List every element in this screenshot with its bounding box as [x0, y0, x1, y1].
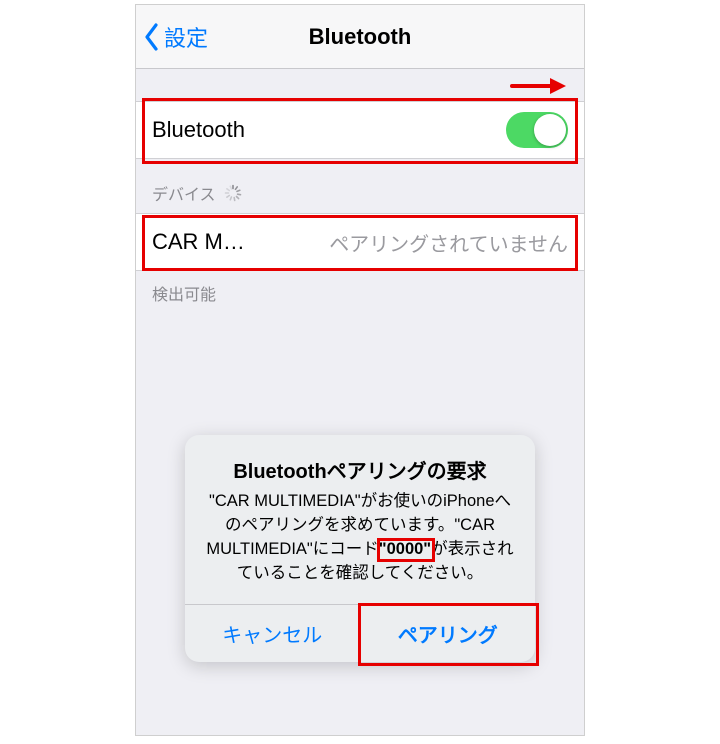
pair-button[interactable]: ペアリング: [360, 605, 536, 662]
device-name: CAR M…: [152, 229, 245, 255]
alert-buttons: キャンセル ペアリング: [185, 604, 535, 662]
alert-body: Bluetoothペアリングの要求 "CAR MULTIMEDIA"がお使いのi…: [185, 435, 535, 604]
pairing-alert: Bluetoothペアリングの要求 "CAR MULTIMEDIA"がお使いのi…: [185, 435, 535, 662]
chevron-left-icon: [144, 23, 160, 51]
back-button[interactable]: 設定: [136, 21, 208, 53]
phone-frame: 設定 Bluetooth Bluetooth デバイス: [135, 4, 585, 736]
annotation-arrow-row: [136, 69, 584, 101]
toggle-knob: [534, 114, 566, 146]
back-label: 設定: [164, 21, 208, 53]
spinner-icon: [224, 184, 242, 202]
bluetooth-toggle[interactable]: [506, 112, 568, 148]
arrow-right-icon: [510, 75, 566, 97]
alert-message: "CAR MULTIMEDIA"がお使いのiPhoneへのペアリングを求めていま…: [203, 490, 517, 586]
navbar: 設定 Bluetooth: [136, 5, 584, 69]
devices-section-header: デバイス: [136, 159, 584, 213]
cancel-button[interactable]: キャンセル: [185, 605, 360, 662]
alert-title: Bluetoothペアリングの要求: [203, 455, 517, 484]
device-status: ペアリングされていません: [329, 228, 568, 257]
devices-header-label: デバイス: [152, 181, 216, 205]
discoverable-label: 検出可能: [136, 271, 584, 305]
alert-code: "0000": [379, 540, 431, 558]
bluetooth-label: Bluetooth: [152, 117, 245, 143]
device-row[interactable]: CAR M… ペアリングされていません: [136, 213, 584, 271]
bluetooth-toggle-row: Bluetooth: [136, 101, 584, 159]
